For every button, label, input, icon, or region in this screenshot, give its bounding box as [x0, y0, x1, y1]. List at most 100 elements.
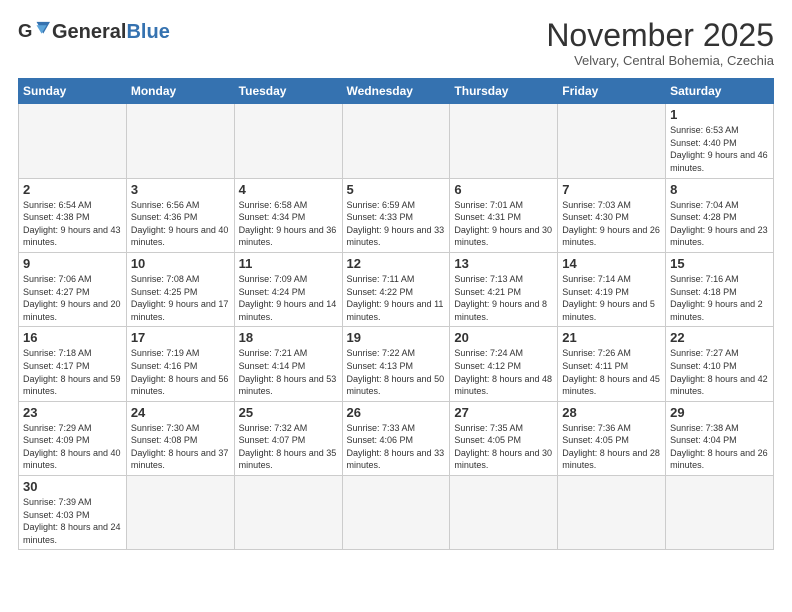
day-info: Sunrise: 7:33 AM Sunset: 4:06 PM Dayligh…	[347, 422, 446, 472]
day-info: Sunrise: 7:32 AM Sunset: 4:07 PM Dayligh…	[239, 422, 338, 472]
day-number: 3	[131, 182, 230, 197]
day-info: Sunrise: 7:39 AM Sunset: 4:03 PM Dayligh…	[23, 496, 122, 546]
calendar-header-row: SundayMondayTuesdayWednesdayThursdayFrid…	[19, 79, 774, 104]
calendar-day-cell: 8 Sunrise: 7:04 AM Sunset: 4:28 PM Daylig…	[666, 178, 774, 252]
calendar-day-cell: 30 Sunrise: 7:39 AM Sunset: 4:03 PM Dayli…	[19, 476, 127, 550]
day-info: Sunrise: 7:26 AM Sunset: 4:11 PM Dayligh…	[562, 347, 661, 397]
day-info: Sunrise: 7:03 AM Sunset: 4:30 PM Dayligh…	[562, 199, 661, 249]
day-info: Sunrise: 6:59 AM Sunset: 4:33 PM Dayligh…	[347, 199, 446, 249]
day-number: 18	[239, 330, 338, 345]
calendar-day-cell	[126, 104, 234, 178]
calendar-day-cell: 1Sunrise: 6:53 AM Sunset: 4:40 PM Daylig…	[666, 104, 774, 178]
calendar-week-row: 2Sunrise: 6:54 AM Sunset: 4:38 PM Daylig…	[19, 178, 774, 252]
day-number: 30	[23, 479, 122, 494]
calendar-day-cell	[342, 476, 450, 550]
calendar-day-cell: 18 Sunrise: 7:21 AM Sunset: 4:14 PM Dayli…	[234, 327, 342, 401]
calendar-day-cell	[342, 104, 450, 178]
calendar-day-cell: 10 Sunrise: 7:08 AM Sunset: 4:25 PM Dayli…	[126, 252, 234, 326]
day-number: 10	[131, 256, 230, 271]
calendar-day-cell: 17Sunrise: 7:19 AM Sunset: 4:16 PM Dayli…	[126, 327, 234, 401]
calendar-day-cell: 7Sunrise: 7:03 AM Sunset: 4:30 PM Daylig…	[558, 178, 666, 252]
calendar-week-row: 23 Sunrise: 7:29 AM Sunset: 4:09 PM Dayli…	[19, 401, 774, 475]
calendar-day-cell: 6 Sunrise: 7:01 AM Sunset: 4:31 PM Daylig…	[450, 178, 558, 252]
day-number: 21	[562, 330, 661, 345]
calendar-day-cell: 24Sunrise: 7:30 AM Sunset: 4:08 PM Dayli…	[126, 401, 234, 475]
day-info: Sunrise: 7:08 AM Sunset: 4:25 PM Dayligh…	[131, 273, 230, 323]
day-number: 8	[670, 182, 769, 197]
day-info: Sunrise: 7:11 AM Sunset: 4:22 PM Dayligh…	[347, 273, 446, 323]
month-title: November 2025	[546, 18, 774, 53]
day-number: 5	[347, 182, 446, 197]
day-of-week-header: Wednesday	[342, 79, 450, 104]
svg-text:G: G	[18, 20, 32, 41]
calendar-day-cell: 22Sunrise: 7:27 AM Sunset: 4:10 PM Dayli…	[666, 327, 774, 401]
calendar-day-cell: 29Sunrise: 7:38 AM Sunset: 4:04 PM Dayli…	[666, 401, 774, 475]
calendar-day-cell: 21 Sunrise: 7:26 AM Sunset: 4:11 PM Dayli…	[558, 327, 666, 401]
day-number: 12	[347, 256, 446, 271]
calendar-day-cell: 25 Sunrise: 7:32 AM Sunset: 4:07 PM Dayli…	[234, 401, 342, 475]
calendar-day-cell: 3 Sunrise: 6:56 AM Sunset: 4:36 PM Daylig…	[126, 178, 234, 252]
day-number: 20	[454, 330, 553, 345]
logo-icon: G	[18, 18, 50, 46]
calendar-day-cell: 4 Sunrise: 6:58 AM Sunset: 4:34 PM Daylig…	[234, 178, 342, 252]
calendar-day-cell: 19 Sunrise: 7:22 AM Sunset: 4:13 PM Dayli…	[342, 327, 450, 401]
day-number: 29	[670, 405, 769, 420]
day-info: Sunrise: 7:27 AM Sunset: 4:10 PM Dayligh…	[670, 347, 769, 397]
page: G GeneralBlue November 2025 Velvary, Cen…	[0, 0, 792, 560]
day-info: Sunrise: 7:30 AM Sunset: 4:08 PM Dayligh…	[131, 422, 230, 472]
day-info: Sunrise: 7:14 AM Sunset: 4:19 PM Dayligh…	[562, 273, 661, 323]
calendar-day-cell: 27Sunrise: 7:35 AM Sunset: 4:05 PM Dayli…	[450, 401, 558, 475]
day-number: 6	[454, 182, 553, 197]
day-info: Sunrise: 6:56 AM Sunset: 4:36 PM Dayligh…	[131, 199, 230, 249]
location-subtitle: Velvary, Central Bohemia, Czechia	[546, 53, 774, 68]
day-number: 19	[347, 330, 446, 345]
calendar-day-cell	[666, 476, 774, 550]
day-number: 2	[23, 182, 122, 197]
calendar-day-cell	[558, 476, 666, 550]
day-of-week-header: Monday	[126, 79, 234, 104]
day-info: Sunrise: 7:13 AM Sunset: 4:21 PM Dayligh…	[454, 273, 553, 323]
day-of-week-header: Sunday	[19, 79, 127, 104]
calendar-day-cell: 20 Sunrise: 7:24 AM Sunset: 4:12 PM Dayli…	[450, 327, 558, 401]
day-of-week-header: Friday	[558, 79, 666, 104]
day-number: 14	[562, 256, 661, 271]
calendar-day-cell: 12 Sunrise: 7:11 AM Sunset: 4:22 PM Dayli…	[342, 252, 450, 326]
day-number: 13	[454, 256, 553, 271]
calendar-day-cell	[450, 104, 558, 178]
logo: G GeneralBlue	[18, 18, 170, 46]
day-number: 11	[239, 256, 338, 271]
day-info: Sunrise: 7:35 AM Sunset: 4:05 PM Dayligh…	[454, 422, 553, 472]
calendar-week-row: 9Sunrise: 7:06 AM Sunset: 4:27 PM Daylig…	[19, 252, 774, 326]
calendar-day-cell: 15Sunrise: 7:16 AM Sunset: 4:18 PM Dayli…	[666, 252, 774, 326]
calendar-day-cell: 11Sunrise: 7:09 AM Sunset: 4:24 PM Dayli…	[234, 252, 342, 326]
calendar-day-cell: 28Sunrise: 7:36 AM Sunset: 4:05 PM Dayli…	[558, 401, 666, 475]
day-info: Sunrise: 7:36 AM Sunset: 4:05 PM Dayligh…	[562, 422, 661, 472]
logo-text: GeneralBlue	[52, 21, 170, 43]
day-number: 4	[239, 182, 338, 197]
day-info: Sunrise: 6:58 AM Sunset: 4:34 PM Dayligh…	[239, 199, 338, 249]
day-info: Sunrise: 7:29 AM Sunset: 4:09 PM Dayligh…	[23, 422, 122, 472]
logo-blue: Blue	[126, 21, 169, 43]
calendar-day-cell	[450, 476, 558, 550]
day-number: 16	[23, 330, 122, 345]
day-info: Sunrise: 7:22 AM Sunset: 4:13 PM Dayligh…	[347, 347, 446, 397]
calendar-day-cell: 13 Sunrise: 7:13 AM Sunset: 4:21 PM Dayli…	[450, 252, 558, 326]
day-info: Sunrise: 6:53 AM Sunset: 4:40 PM Dayligh…	[670, 124, 769, 174]
calendar-day-cell: 9Sunrise: 7:06 AM Sunset: 4:27 PM Daylig…	[19, 252, 127, 326]
day-number: 26	[347, 405, 446, 420]
day-of-week-header: Saturday	[666, 79, 774, 104]
day-info: Sunrise: 7:01 AM Sunset: 4:31 PM Dayligh…	[454, 199, 553, 249]
day-info: Sunrise: 7:21 AM Sunset: 4:14 PM Dayligh…	[239, 347, 338, 397]
day-number: 25	[239, 405, 338, 420]
title-block: November 2025 Velvary, Central Bohemia, …	[546, 18, 774, 68]
day-info: Sunrise: 7:04 AM Sunset: 4:28 PM Dayligh…	[670, 199, 769, 249]
calendar-day-cell: 2Sunrise: 6:54 AM Sunset: 4:38 PM Daylig…	[19, 178, 127, 252]
day-info: Sunrise: 7:18 AM Sunset: 4:17 PM Dayligh…	[23, 347, 122, 397]
calendar-day-cell: 26 Sunrise: 7:33 AM Sunset: 4:06 PM Dayli…	[342, 401, 450, 475]
calendar-day-cell	[126, 476, 234, 550]
calendar-week-row: 1Sunrise: 6:53 AM Sunset: 4:40 PM Daylig…	[19, 104, 774, 178]
header: G GeneralBlue November 2025 Velvary, Cen…	[18, 18, 774, 68]
day-info: Sunrise: 7:24 AM Sunset: 4:12 PM Dayligh…	[454, 347, 553, 397]
day-number: 23	[23, 405, 122, 420]
day-of-week-header: Thursday	[450, 79, 558, 104]
